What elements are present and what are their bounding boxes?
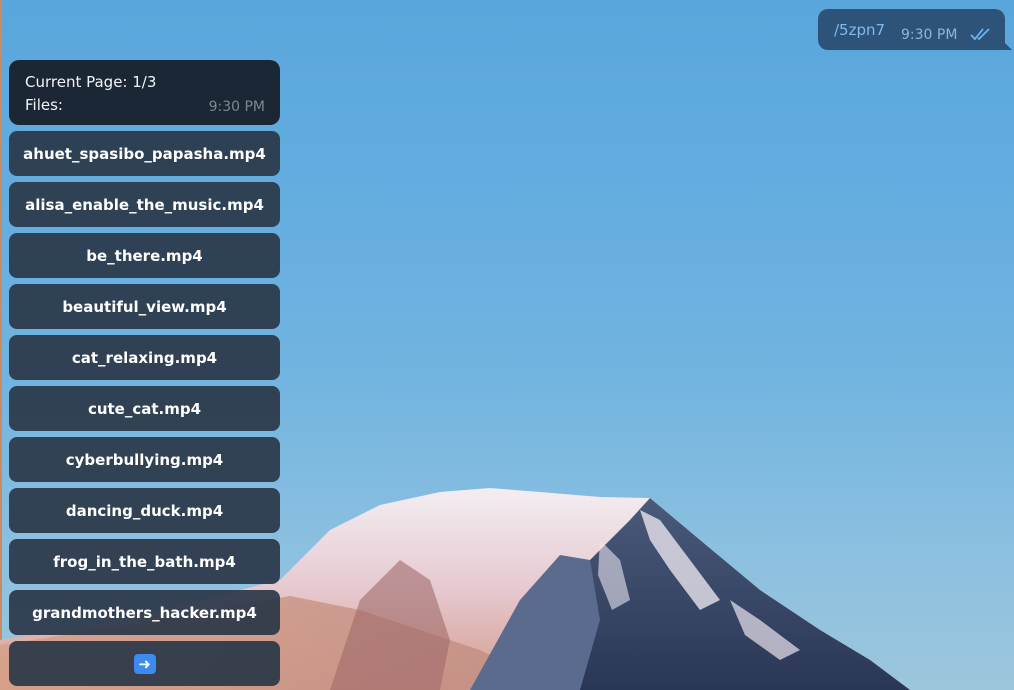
file-button[interactable]: alisa_enable_the_music.mp4 <box>9 182 280 227</box>
page-indicator: Current Page: 1/3 <box>25 73 157 91</box>
incoming-message-time: 9:30 PM <box>208 99 265 115</box>
file-button[interactable]: beautiful_view.mp4 <box>9 284 280 329</box>
file-button[interactable]: frog_in_the_bath.mp4 <box>9 539 280 584</box>
file-button[interactable]: be_there.mp4 <box>9 233 280 278</box>
double-check-icon <box>970 28 990 41</box>
file-button[interactable]: cyberbullying.mp4 <box>9 437 280 482</box>
incoming-message[interactable]: Current Page: 1/3 Files: 9:30 PM <box>9 60 280 125</box>
file-button[interactable]: grandmothers_hacker.mp4 <box>9 590 280 635</box>
file-button[interactable]: cat_relaxing.mp4 <box>9 335 280 380</box>
outgoing-message-time: 9:30 PM <box>901 27 958 43</box>
outgoing-message[interactable]: /5zpn7 9:30 PM <box>818 9 1012 50</box>
next-page-button[interactable]: ➜ <box>9 641 280 686</box>
file-button[interactable]: cute_cat.mp4 <box>9 386 280 431</box>
file-button[interactable]: dancing_duck.mp4 <box>9 488 280 533</box>
bubble-tail <box>1004 42 1012 50</box>
file-button[interactable]: ahuet_spasibo_papasha.mp4 <box>9 131 280 176</box>
outgoing-message-text: /5zpn7 <box>834 21 886 39</box>
right-arrow-icon: ➜ <box>133 653 156 674</box>
